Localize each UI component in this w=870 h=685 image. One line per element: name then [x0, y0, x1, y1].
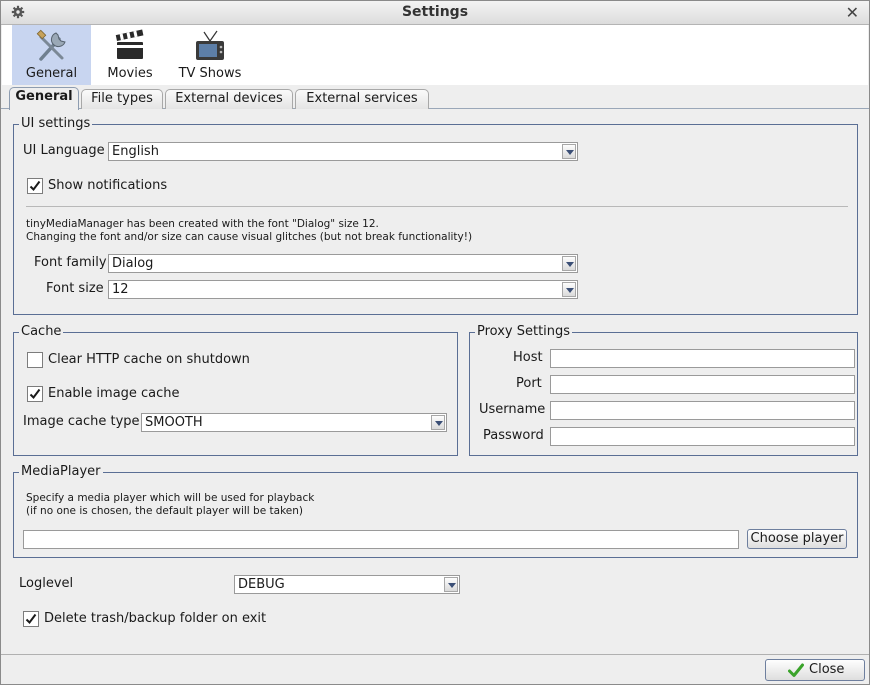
close-button-label: Close	[809, 662, 845, 677]
cache-group: Cache Clear HTTP cache on shutdown Enabl…	[13, 324, 458, 456]
media-player-note-line2: (if no one is chosen, the default player…	[26, 505, 303, 517]
enable-image-cache-checkbox[interactable]	[27, 386, 43, 402]
close-icon[interactable]: ✕	[846, 4, 859, 22]
divider	[26, 206, 848, 207]
subtab-general[interactable]: General	[9, 87, 79, 110]
delete-trash-label: Delete trash/backup folder on exit	[44, 611, 267, 626]
image-cache-type-value: SMOOTH	[145, 415, 203, 430]
loglevel-value: DEBUG	[238, 577, 285, 592]
checkmark-icon	[788, 663, 804, 677]
clear-http-cache-checkbox[interactable]	[27, 352, 43, 368]
tab-general-label: General	[25, 66, 78, 81]
close-button[interactable]: Close	[765, 659, 865, 681]
tools-icon	[36, 29, 66, 61]
clapperboard-icon	[115, 29, 144, 59]
clear-http-cache-label: Clear HTTP cache on shutdown	[48, 352, 250, 367]
chevron-down-icon	[562, 282, 576, 297]
proxy-username-input[interactable]	[550, 401, 855, 420]
settings-window: Settings ✕ General Movies TV Shows Gener…	[0, 0, 870, 685]
cache-title: Cache	[19, 324, 64, 340]
title-bar[interactable]: Settings ✕	[1, 1, 869, 25]
ui-settings-group: UI settings UI Language English Show not…	[13, 116, 858, 315]
font-family-label: Font family	[34, 255, 107, 270]
check-icon	[29, 388, 41, 400]
font-note-line2: Changing the font and/or size can cause …	[26, 231, 473, 243]
tv-icon	[196, 30, 224, 60]
media-player-path-input[interactable]	[23, 530, 739, 549]
proxy-host-label: Host	[513, 350, 543, 365]
tab-movies-category[interactable]: Movies	[91, 25, 169, 85]
check-icon	[29, 180, 41, 192]
window-title: Settings	[401, 4, 469, 20]
loglevel-label: Loglevel	[19, 576, 74, 591]
settings-category-bar: General Movies TV Shows	[2, 25, 868, 85]
proxy-username-label: Username	[479, 402, 546, 417]
subtab-bar: General File types External devices Exte…	[1, 87, 869, 110]
tab-general-category[interactable]: General	[12, 25, 91, 85]
loglevel-select[interactable]: DEBUG	[234, 575, 460, 594]
font-family-value: Dialog	[112, 256, 154, 271]
chevron-down-icon	[562, 256, 576, 271]
subtab-external-devices[interactable]: External devices	[165, 89, 293, 109]
proxy-port-label: Port	[516, 376, 542, 391]
media-player-title: MediaPlayer	[19, 464, 103, 480]
check-icon	[25, 613, 37, 625]
font-family-select[interactable]: Dialog	[108, 254, 578, 273]
show-notifications-label: Show notifications	[48, 178, 168, 193]
proxy-port-input[interactable]	[550, 375, 855, 394]
proxy-settings-title: Proxy Settings	[475, 324, 573, 340]
font-size-label: Font size	[46, 281, 104, 296]
ui-settings-title: UI settings	[19, 116, 93, 132]
tab-tv-shows-category[interactable]: TV Shows	[169, 25, 251, 85]
chevron-down-icon	[444, 577, 458, 592]
tab-tv-shows-label: TV Shows	[178, 66, 242, 81]
proxy-password-label: Password	[483, 428, 544, 443]
subtab-file-types[interactable]: File types	[81, 89, 163, 109]
delete-trash-checkbox[interactable]	[23, 611, 39, 627]
dialog-footer: Close	[1, 654, 869, 684]
image-cache-type-select[interactable]: SMOOTH	[141, 413, 447, 432]
chevron-down-icon	[562, 144, 576, 159]
enable-image-cache-label: Enable image cache	[48, 386, 180, 401]
chevron-down-icon	[431, 415, 445, 430]
choose-player-button[interactable]: Choose player	[747, 529, 847, 549]
show-notifications-checkbox[interactable]	[27, 178, 43, 194]
ui-language-select[interactable]: English	[108, 142, 578, 161]
font-note-line1: tinyMediaManager has been created with t…	[26, 218, 379, 230]
image-cache-type-label: Image cache type	[23, 414, 140, 429]
font-size-select[interactable]: 12	[108, 280, 578, 299]
subtab-external-services[interactable]: External services	[295, 89, 429, 109]
proxy-settings-group: Proxy Settings Host Port Username Passwo…	[469, 324, 858, 456]
media-player-group: MediaPlayer Specify a media player which…	[13, 464, 858, 558]
ui-language-label: UI Language	[23, 143, 105, 158]
media-player-note-line1: Specify a media player which will be use…	[26, 492, 315, 504]
proxy-host-input[interactable]	[550, 349, 855, 368]
general-settings-panel: UI settings UI Language English Show not…	[3, 109, 868, 654]
tab-movies-label: Movies	[107, 66, 153, 81]
font-size-value: 12	[112, 282, 129, 297]
proxy-password-input[interactable]	[550, 427, 855, 446]
ui-language-value: English	[112, 144, 159, 159]
